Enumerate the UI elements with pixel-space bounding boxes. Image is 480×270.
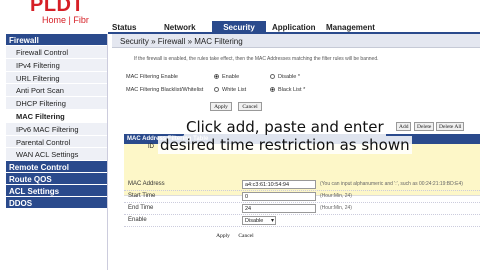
form-apply-button[interactable]: Apply xyxy=(212,232,234,241)
mac-address-hint: (You can input alphanumeric and ':', suc… xyxy=(320,181,463,187)
mac-address-label: MAC Address xyxy=(128,181,165,187)
sidebar-head-remote-control[interactable]: Remote Control xyxy=(6,161,107,174)
delete-all-button[interactable]: Delete All xyxy=(436,122,465,131)
sidebar-item-dhcp-filtering[interactable]: DHCP Filtering xyxy=(6,97,107,110)
sidebar-item-anti-port-scan[interactable]: Anti Port Scan xyxy=(6,84,107,98)
filter-white-option[interactable]: White List xyxy=(214,87,246,93)
filter-disable-option[interactable]: Disable * xyxy=(270,74,300,80)
firewall-note: If the firewall is enabled, the rules ta… xyxy=(134,56,379,62)
start-time-hint: (Hour:Min, 24) xyxy=(320,193,352,199)
start-time-label: Start Time xyxy=(128,193,156,199)
sidebar-item-parental-control[interactable]: Parental Control xyxy=(6,135,107,149)
mac-entry-form: MAC Address a4:c3:61:10:54:94 (You can i… xyxy=(124,179,480,229)
end-time-row: End Time 24 (Hour:Min, 24) xyxy=(124,203,480,215)
sidebar: Firewall Firewall Control IPv4 Filtering… xyxy=(6,34,108,270)
enable-label: Enable xyxy=(128,217,147,223)
table-column-id: ID xyxy=(148,144,154,150)
sidebar-item-wan-acl-settings[interactable]: WAN ACL Settings xyxy=(6,148,107,162)
form-cancel-button[interactable]: Cancel xyxy=(234,232,258,241)
sidebar-head-ddos[interactable]: DDOS xyxy=(6,197,107,210)
tab-network[interactable]: Network xyxy=(164,21,210,34)
radio-disable-label: Disable xyxy=(278,74,297,80)
required-star: * xyxy=(297,74,301,80)
tab-application[interactable]: Application xyxy=(272,21,324,34)
start-time-row: Start Time 0 (Hour:Min, 24) xyxy=(124,191,480,203)
sidebar-item-mac-filtering[interactable]: MAC Filtering xyxy=(6,109,107,123)
required-star: * xyxy=(303,87,306,93)
filter-enable-option[interactable]: Enable xyxy=(214,74,239,80)
radio-white-list-label: White List xyxy=(222,87,247,93)
sidebar-item-ipv6-mac-filtering[interactable]: IPv6 MAC Filtering xyxy=(6,122,107,136)
add-button[interactable]: Add xyxy=(396,122,412,131)
mac-address-row: MAC Address a4:c3:61:10:54:94 (You can i… xyxy=(124,179,480,191)
sidebar-head-acl-settings[interactable]: ACL Settings xyxy=(6,185,107,198)
radio-black-list[interactable] xyxy=(270,87,275,93)
filter-mode-label: MAC Filtering Blacklist/Whitelist xyxy=(126,87,204,93)
breadcrumb: Security » Firewall » MAC Filtering xyxy=(112,34,480,48)
sidebar-item-ipv4-filtering[interactable]: IPv4 Filtering xyxy=(6,58,107,72)
end-time-label: End Time xyxy=(128,205,154,211)
filter-enable-label: MAC Filtering Enable xyxy=(126,74,178,80)
end-time-input[interactable]: 24 xyxy=(242,204,316,213)
tab-security[interactable]: Security xyxy=(212,21,266,34)
radio-enable[interactable] xyxy=(214,74,219,80)
filter-black-option[interactable]: Black List * xyxy=(270,87,305,93)
delete-button[interactable]: Delete xyxy=(414,122,435,131)
mac-address-input[interactable]: a4:c3:61:10:54:94 xyxy=(242,180,316,189)
sidebar-item-firewall-control[interactable]: Firewall Control xyxy=(6,46,107,59)
end-time-hint: (Hour:Min, 24) xyxy=(320,205,352,211)
enable-row: Enable Disable xyxy=(124,215,480,227)
tab-management[interactable]: Management xyxy=(326,21,386,34)
sidebar-head-route-qos[interactable]: Route QOS xyxy=(6,173,107,186)
overlay-caption-line1: Click add, paste and enter xyxy=(184,118,386,136)
sidebar-head-firewall[interactable]: Firewall xyxy=(6,34,107,46)
enable-select[interactable]: Disable xyxy=(242,216,276,225)
overlay-caption-line2: desired time restriction as shown xyxy=(158,136,412,154)
start-time-input[interactable]: 0 xyxy=(242,192,316,201)
tab-status[interactable]: Status xyxy=(112,21,152,34)
brand-logo-area: PLDT Home | Fibr xyxy=(0,0,108,30)
radio-disable[interactable] xyxy=(270,74,275,80)
radio-enable-label: Enable xyxy=(222,74,240,80)
apply-button[interactable]: Apply xyxy=(210,102,232,111)
cancel-button[interactable]: Cancel xyxy=(238,102,262,111)
top-nav: Status Network Security Application Mana… xyxy=(108,21,480,34)
radio-black-list-label: Black List xyxy=(278,87,302,93)
radio-white-list[interactable] xyxy=(214,87,219,93)
brand-subtitle: Home | Fibr xyxy=(42,15,89,25)
sidebar-item-url-filtering[interactable]: URL Filtering xyxy=(6,71,107,85)
